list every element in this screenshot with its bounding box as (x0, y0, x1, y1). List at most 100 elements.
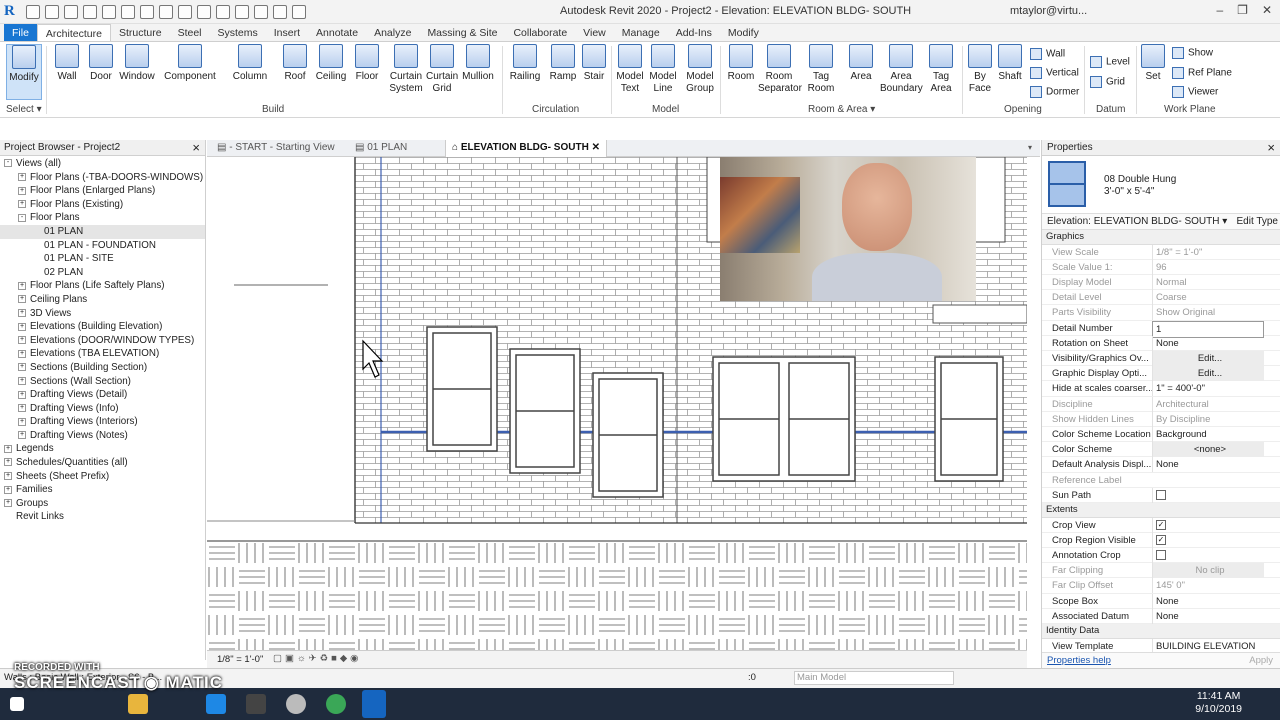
set-button[interactable]: Set (1140, 44, 1166, 83)
minimize-icon[interactable]: – (1216, 3, 1223, 17)
expand-icon[interactable]: + (18, 336, 26, 345)
chrome-icon[interactable] (326, 694, 346, 714)
type-selector[interactable]: 08 Double Hung 3'-0" x 5'-4" (1042, 156, 1280, 214)
expand-icon[interactable]: + (4, 499, 12, 508)
model-text-button[interactable]: Model Text (614, 44, 646, 95)
panel-select[interactable]: Select ▾ (6, 104, 42, 115)
print-icon[interactable] (121, 5, 135, 19)
tab-add-ins[interactable]: Add-Ins (668, 24, 720, 41)
browser-item[interactable]: 01 PLAN (0, 224, 205, 239)
component-button[interactable]: Component (162, 44, 218, 83)
browser-item[interactable]: + Floor Plans (-TBA-DOORS-WINDOWS) (0, 171, 205, 185)
tag-icon[interactable] (178, 5, 192, 19)
expand-icon[interactable]: + (18, 322, 26, 331)
properties-help-link[interactable]: Properties help (1047, 655, 1111, 666)
browser-item[interactable]: 02 PLAN (0, 266, 205, 280)
property-value[interactable]: ✓ (1152, 532, 1264, 548)
expand-icon[interactable]: + (18, 404, 26, 413)
tab-architecture[interactable]: Architecture (36, 24, 111, 41)
room-separator-button[interactable]: Room Separator (758, 44, 802, 95)
section-icon[interactable] (235, 5, 249, 19)
browser-item[interactable]: + Families (0, 483, 205, 497)
restore-icon[interactable]: ❐ (1237, 3, 1248, 17)
browser-item[interactable]: + Elevations (TBA ELEVATION) (0, 347, 205, 361)
property-value[interactable]: Edit... (1152, 351, 1264, 366)
expand-icon[interactable]: + (18, 417, 26, 426)
area-button[interactable]: Area (846, 44, 876, 83)
tab-01-plan[interactable]: ▤ 01 PLAN (349, 140, 413, 157)
browser-item[interactable]: + Groups (0, 497, 205, 511)
tag-area-button[interactable]: Tag Area (926, 44, 956, 95)
modify-button[interactable]: Modify (6, 44, 42, 100)
browser-item[interactable]: + Ceiling Plans (0, 293, 205, 307)
expand-icon[interactable]: + (18, 363, 26, 372)
windows-start-icon[interactable] (10, 697, 24, 711)
browser-item[interactable]: + Sheets (Sheet Prefix) (0, 470, 205, 484)
browser-item[interactable]: + Elevations (Building Elevation) (0, 320, 205, 334)
view-scale[interactable]: 1/8" = 1'-0" (217, 654, 263, 665)
tab-structure[interactable]: Structure (111, 24, 170, 41)
collapse-icon[interactable]: - (4, 159, 12, 168)
tab-start-view[interactable]: ▤ - START - Starting View (211, 140, 341, 157)
ref-plane-button[interactable]: Ref Plane (1172, 67, 1232, 79)
sync-icon[interactable] (64, 5, 78, 19)
switch-windows-icon[interactable] (292, 5, 306, 19)
wall-button[interactable]: Wall (52, 44, 82, 83)
shaft-button[interactable]: Shaft (996, 44, 1024, 83)
property-value[interactable]: ✓ (1152, 517, 1264, 533)
open-icon[interactable] (26, 5, 40, 19)
expand-icon[interactable]: + (4, 485, 12, 494)
thin-lines-icon[interactable] (254, 5, 268, 19)
browser-item[interactable]: + Floor Plans (Life Saftely Plans) (0, 279, 205, 293)
tab-view[interactable]: View (575, 24, 614, 41)
save-icon[interactable] (45, 5, 59, 19)
browser-item[interactable]: +3D Views (0, 307, 205, 321)
by-face-button[interactable]: By Face (966, 44, 994, 95)
camera-icon[interactable] (246, 694, 266, 714)
property-value[interactable]: None (1152, 608, 1264, 624)
property-value[interactable]: None (1152, 457, 1264, 473)
property-value[interactable]: Background (1152, 426, 1264, 442)
window-button[interactable]: Window (118, 44, 156, 83)
redo-icon[interactable] (102, 5, 116, 19)
room-button[interactable]: Room (726, 44, 756, 83)
tag-room-button[interactable]: Tag Room (806, 44, 836, 95)
expand-icon[interactable]: + (18, 431, 26, 440)
3d-view-icon[interactable] (216, 5, 230, 19)
property-value[interactable] (1152, 547, 1264, 563)
property-value[interactable]: <none> (1152, 442, 1264, 458)
dimension-icon[interactable] (159, 5, 173, 19)
close-icon[interactable]: × (192, 140, 200, 155)
file-explorer-icon[interactable] (128, 694, 148, 714)
floor-button[interactable]: Floor (352, 44, 382, 83)
user-account[interactable]: mtaylor@virtu... (1010, 5, 1087, 17)
browser-item[interactable]: + Sections (Building Section) (0, 361, 205, 375)
tab-systems[interactable]: Systems (210, 24, 266, 41)
expand-icon[interactable]: + (18, 186, 26, 195)
property-group-header[interactable]: Graphics (1042, 230, 1280, 245)
close-icon[interactable]: × (1267, 140, 1275, 155)
tab-elevation-south[interactable]: ⌂ ELEVATION BLDG- SOUTH ✕ (445, 140, 607, 157)
expand-icon[interactable]: + (18, 349, 26, 358)
tabs-menu-icon[interactable]: ▾ (1022, 140, 1038, 157)
browser-item[interactable]: + Elevations (DOOR/WINDOW TYPES) (0, 334, 205, 348)
browser-item[interactable]: + Legends (0, 442, 205, 456)
wall-opening-button[interactable]: Wall (1030, 48, 1065, 60)
model-group-button[interactable]: Model Group (684, 44, 716, 95)
browser-item[interactable]: + Floor Plans (Existing) (0, 198, 205, 212)
tab-modify[interactable]: Modify (720, 24, 767, 41)
tab-collaborate[interactable]: Collaborate (505, 24, 575, 41)
expand-icon[interactable]: + (18, 173, 26, 181)
vertical-opening-button[interactable]: Vertical (1030, 67, 1079, 79)
properties-filter[interactable]: Elevation: ELEVATION BLDG- SOUTH ▾ Edit … (1042, 214, 1280, 230)
property-group-header[interactable]: Extents (1042, 502, 1280, 518)
browser-item[interactable]: 01 PLAN - FOUNDATION (0, 239, 205, 253)
close-hidden-icon[interactable] (273, 5, 287, 19)
dormer-button[interactable]: Dormer (1030, 86, 1079, 98)
mullion-button[interactable]: Mullion (460, 44, 496, 83)
curtain-system-button[interactable]: Curtain System (388, 44, 424, 95)
tab-analyze[interactable]: Analyze (366, 24, 419, 41)
ramp-button[interactable]: Ramp (548, 44, 578, 83)
measure-icon[interactable] (140, 5, 154, 19)
roof-button[interactable]: Roof (280, 44, 310, 83)
